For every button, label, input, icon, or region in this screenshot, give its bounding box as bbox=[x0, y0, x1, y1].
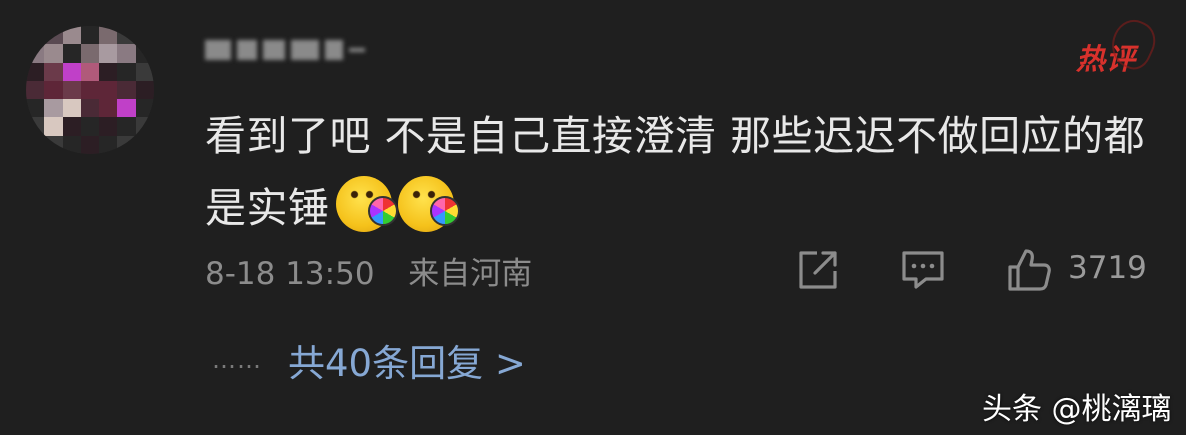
comment-meta: 8-18 13:50 来自河南 bbox=[205, 248, 532, 293]
location: 来自河南 bbox=[408, 256, 533, 292]
comment-body: 看到了吧 不是自己直接澄清 那些迟迟不做回应的都是实锤 bbox=[205, 100, 1155, 244]
replies-row[interactable]: …… 共40条回复 > bbox=[212, 333, 526, 387]
replies-dots: …… bbox=[212, 346, 262, 374]
avatar[interactable] bbox=[26, 26, 154, 154]
username-blurred[interactable] bbox=[205, 28, 365, 72]
share-icon[interactable] bbox=[795, 247, 841, 293]
timestamp: 8-18 13:50 bbox=[205, 256, 375, 292]
hot-comment-badge: 热评 bbox=[1076, 36, 1136, 78]
reply-icon[interactable] bbox=[900, 247, 946, 293]
tearful-party-emoji-icon bbox=[397, 176, 460, 232]
comment-card: 热评 看到了吧 不是自己直接澄清 那些迟迟不做回应的都是实锤 8-18 13:5… bbox=[0, 0, 1186, 435]
tearful-party-emoji-icon bbox=[335, 176, 398, 232]
thumbs-up-icon[interactable] bbox=[1006, 247, 1052, 293]
watermark: 头条 @桃漓璃 bbox=[982, 392, 1172, 427]
like-count: 3719 bbox=[1068, 250, 1147, 286]
view-replies-link[interactable]: 共40条回复 > bbox=[288, 333, 526, 387]
